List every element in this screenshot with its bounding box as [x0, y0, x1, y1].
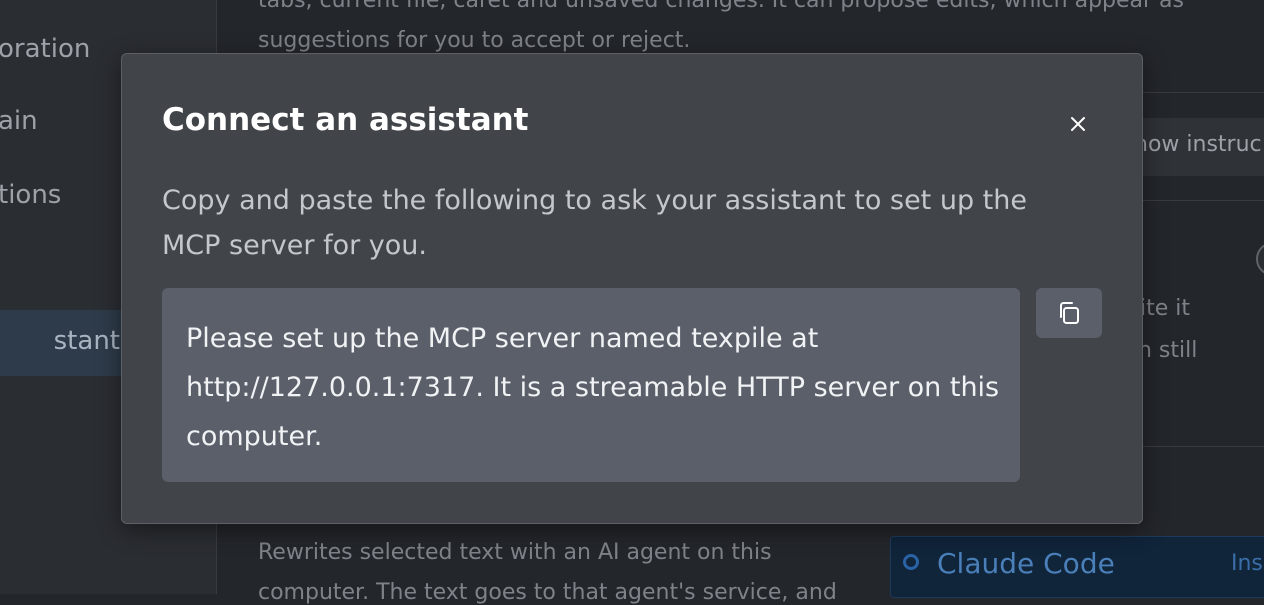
prompt-text: Please set up the MCP server named texpi… [186, 314, 1006, 461]
show-instructions-label: how instruc [1134, 132, 1262, 157]
sidebar-item-collaboration[interactable]: oration [0, 34, 90, 64]
sidebar-item-label: stant [53, 326, 120, 356]
dialog-description: Copy and paste the following to ask your… [162, 185, 1027, 261]
close-button[interactable] [1060, 106, 1096, 142]
copy-button[interactable] [1036, 288, 1102, 338]
prompt-line: http://127.0.0.1:7317. It is a streamabl… [186, 372, 1000, 403]
rewrite-description: Rewrites selected text with an AI agent … [258, 540, 772, 565]
dialog-title: Connect an assistant [162, 102, 529, 138]
sidebar-item-label: tions [0, 180, 62, 210]
rewrite-description-2: computer. The text goes to that agent's … [258, 580, 837, 605]
sidebar-item-label: ain [0, 106, 38, 136]
copy-icon [1060, 302, 1079, 324]
show-instructions-button[interactable]: how instruc [1130, 118, 1264, 176]
prompt-box: Please set up the MCP server named texpi… [162, 288, 1020, 482]
close-icon [1071, 117, 1085, 131]
section-description: tabs, current file, caret and unsaved ch… [258, 0, 1184, 13]
install-link[interactable]: Ins [1231, 551, 1263, 576]
agent-name: Claude Code [937, 547, 1115, 580]
agent-option-claude-code[interactable]: Claude Code Ins [890, 536, 1264, 598]
toggle-icon[interactable] [1256, 242, 1264, 276]
setting-text-fragment: n still [1138, 338, 1198, 363]
connect-assistant-dialog: Connect an assistant Copy and paste the … [121, 53, 1143, 524]
prompt-line: Please set up the MCP server named texpi… [186, 323, 819, 354]
prompt-line: computer. [186, 421, 323, 452]
section-description-2: suggestions for you to accept or reject. [258, 28, 691, 53]
radio-icon[interactable] [903, 554, 919, 570]
setting-text-fragment: ite it [1140, 296, 1191, 321]
sidebar-item-options[interactable]: tions [0, 180, 61, 210]
sidebar-item-label: oration [0, 34, 91, 64]
sidebar-item-domain[interactable]: ain [0, 106, 38, 136]
